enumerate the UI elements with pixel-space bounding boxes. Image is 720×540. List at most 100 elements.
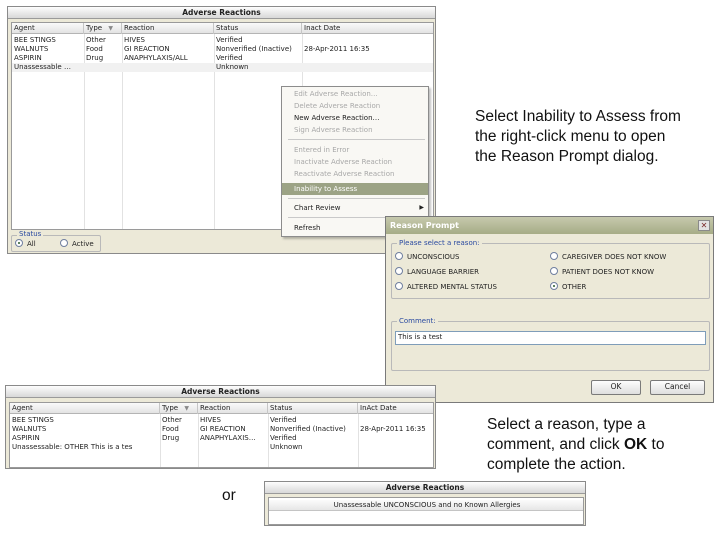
menu-item-delete[interactable]: Delete Adverse Reaction: [282, 100, 428, 112]
column-header-status[interactable]: Status: [214, 23, 302, 34]
reason-label: CAREGIVER DOES NOT KNOW: [562, 253, 667, 261]
column-header-type[interactable]: Type ▼: [84, 23, 122, 34]
table-row[interactable]: WALNUTS Food GI REACTION Nonverified (In…: [10, 425, 433, 434]
reason-altered-mental-status-radio[interactable]: ALTERED MENTAL STATUS: [395, 282, 497, 293]
or-label: or: [222, 487, 236, 504]
status-all-label: All: [27, 240, 36, 248]
table-row[interactable]: Unassessable UNCONSCIOUS and no Known Al…: [269, 500, 583, 511]
cell-agent: Unassessable: OTHER This is a tes: [12, 443, 133, 451]
column-header-type-label: Type: [162, 404, 179, 412]
table-row[interactable]: WALNUTS Food GI REACTION Nonverified (In…: [12, 45, 433, 54]
menu-separator: [288, 198, 425, 199]
cell-agent: Unassessable …: [14, 63, 71, 71]
cell-type: Drug: [86, 54, 104, 62]
cell-agent: WALNUTS: [14, 45, 49, 53]
menu-item-sign[interactable]: Sign Adverse Reaction: [282, 124, 428, 136]
submenu-arrow-icon: ▶: [419, 204, 424, 211]
menu-item-edit[interactable]: Edit Adverse Reaction…: [282, 88, 428, 100]
cell-status: Verified: [216, 54, 243, 62]
adverse-reactions-grid[interactable]: Unassessable UNCONSCIOUS and no Known Al…: [268, 497, 584, 525]
cell-date: 28-Apr-2011 16:35: [304, 45, 370, 53]
table-row[interactable]: ASPIRIN Drug ANAPHYLAXIS… Verified: [10, 434, 433, 443]
menu-item-entered-in-error[interactable]: Entered in Error: [282, 144, 428, 156]
cell-date: [358, 434, 433, 443]
reason-other-radio[interactable]: OTHER: [550, 282, 586, 293]
comment-group: Comment: This is a test: [391, 317, 710, 371]
cell-date: [302, 63, 433, 72]
cell-reaction: ANAPHYLAXIS/ALL: [124, 54, 188, 62]
adverse-reactions-panel-result: Adverse Reactions Unassessable UNCONSCIO…: [264, 481, 586, 526]
table-row[interactable]: Unassessable: OTHER This is a tes Unknow…: [10, 443, 433, 452]
menu-item-inactivate[interactable]: Inactivate Adverse Reaction: [282, 156, 428, 168]
menu-item-chart-review[interactable]: Chart Review ▶: [282, 202, 428, 214]
cell-date: 28-Apr-2011 16:35: [360, 425, 426, 433]
status-group-label: Status: [17, 230, 44, 239]
cell-agent: BEE STINGS: [12, 416, 54, 424]
table-row[interactable]: BEE STINGS Other HIVES Verified: [10, 416, 433, 425]
column-header-agent[interactable]: Agent: [12, 23, 84, 34]
cell-agent: WALNUTS: [12, 425, 47, 433]
cell-date: [302, 54, 433, 63]
cancel-button[interactable]: Cancel: [650, 380, 705, 395]
reason-patient-does-not-know-radio[interactable]: PATIENT DOES NOT KNOW: [550, 267, 654, 278]
cell-status: Verified: [270, 416, 297, 424]
instruction-text-1: Select Inability to Assess from the righ…: [475, 108, 681, 165]
reason-label: PATIENT DOES NOT KNOW: [562, 268, 655, 276]
reason-label: LANGUAGE BARRIER: [407, 268, 480, 276]
cell-type: Food: [162, 425, 179, 433]
column-header-reaction[interactable]: Reaction: [198, 403, 268, 414]
cell-reaction: [198, 443, 268, 452]
column-header-status[interactable]: Status: [268, 403, 358, 414]
radio-unselected-icon: [395, 282, 403, 290]
sort-descending-icon: ▼: [184, 405, 189, 412]
cell-agent: ASPIRIN: [12, 434, 40, 442]
menu-item-new[interactable]: New Adverse Reaction…: [282, 112, 428, 124]
reason-unconscious-radio[interactable]: UNCONSCIOUS: [395, 252, 459, 263]
status-all-radio[interactable]: All: [15, 239, 36, 250]
cell-reaction: HIVES: [200, 416, 221, 424]
cell-agent: Unassessable UNCONSCIOUS and no Known Al…: [333, 501, 521, 509]
reason-group: Please select a reason: UNCONSCIOUS LANG…: [391, 239, 710, 299]
ok-button[interactable]: OK: [591, 380, 641, 395]
table-row[interactable]: ASPIRIN Drug ANAPHYLAXIS/ALL Verified: [12, 54, 433, 63]
comment-label: Comment:: [397, 317, 438, 326]
menu-item-inability-to-assess[interactable]: Inability to Assess: [282, 183, 428, 195]
menu-item-chart-review-label: Chart Review: [294, 204, 341, 212]
grid-header: Agent Type ▼ Reaction Status Inact Date: [12, 23, 433, 34]
cell-type: Food: [86, 45, 103, 53]
reason-language-barrier-radio[interactable]: LANGUAGE BARRIER: [395, 267, 479, 278]
context-menu: Edit Adverse Reaction… Delete Adverse Re…: [281, 86, 429, 237]
radio-unselected-icon: [550, 252, 558, 260]
cell-status: Unknown: [216, 63, 249, 71]
radio-selected-icon: [550, 282, 558, 290]
column-header-type[interactable]: Type ▼: [160, 403, 198, 414]
cell-status: Unknown: [270, 443, 303, 451]
status-active-label: Active: [72, 240, 94, 248]
column-header-agent[interactable]: Agent: [10, 403, 160, 414]
dialog-title: Reason Prompt: [386, 217, 713, 234]
close-icon[interactable]: ✕: [698, 220, 710, 231]
table-row[interactable]: BEE STINGS Other HIVES Verified: [12, 36, 433, 45]
cell-reaction: GI REACTION: [124, 45, 170, 53]
radio-selected-icon: [15, 239, 23, 247]
cell-status: Verified: [216, 36, 243, 44]
comment-input[interactable]: This is a test: [395, 331, 706, 345]
status-group: Status All Active: [11, 230, 101, 252]
menu-item-reactivate[interactable]: Reactivate Adverse Reaction: [282, 168, 428, 180]
status-active-radio[interactable]: Active: [60, 239, 94, 250]
menu-separator: [288, 139, 425, 140]
reason-caregiver-does-not-know-radio[interactable]: CAREGIVER DOES NOT KNOW: [550, 252, 666, 263]
column-header-type-label: Type: [86, 24, 103, 32]
reason-label: ALTERED MENTAL STATUS: [407, 283, 497, 291]
adverse-reactions-grid[interactable]: Agent Type ▼ Reaction Status InAct Date …: [9, 402, 434, 468]
cell-date: [358, 443, 433, 452]
reason-label: UNCONSCIOUS: [407, 253, 460, 261]
table-row[interactable]: Unassessable … Unknown: [12, 63, 433, 72]
column-header-inact-date[interactable]: Inact Date: [302, 23, 433, 34]
radio-unselected-icon: [60, 239, 68, 247]
adverse-reactions-panel-bottom: Adverse Reactions Agent Type ▼ Reaction …: [5, 385, 436, 469]
column-header-reaction[interactable]: Reaction: [122, 23, 214, 34]
radio-unselected-icon: [395, 267, 403, 275]
column-header-inact-date[interactable]: InAct Date: [358, 403, 433, 414]
reason-prompt-dialog: Reason Prompt ✕ Please select a reason: …: [385, 216, 714, 403]
